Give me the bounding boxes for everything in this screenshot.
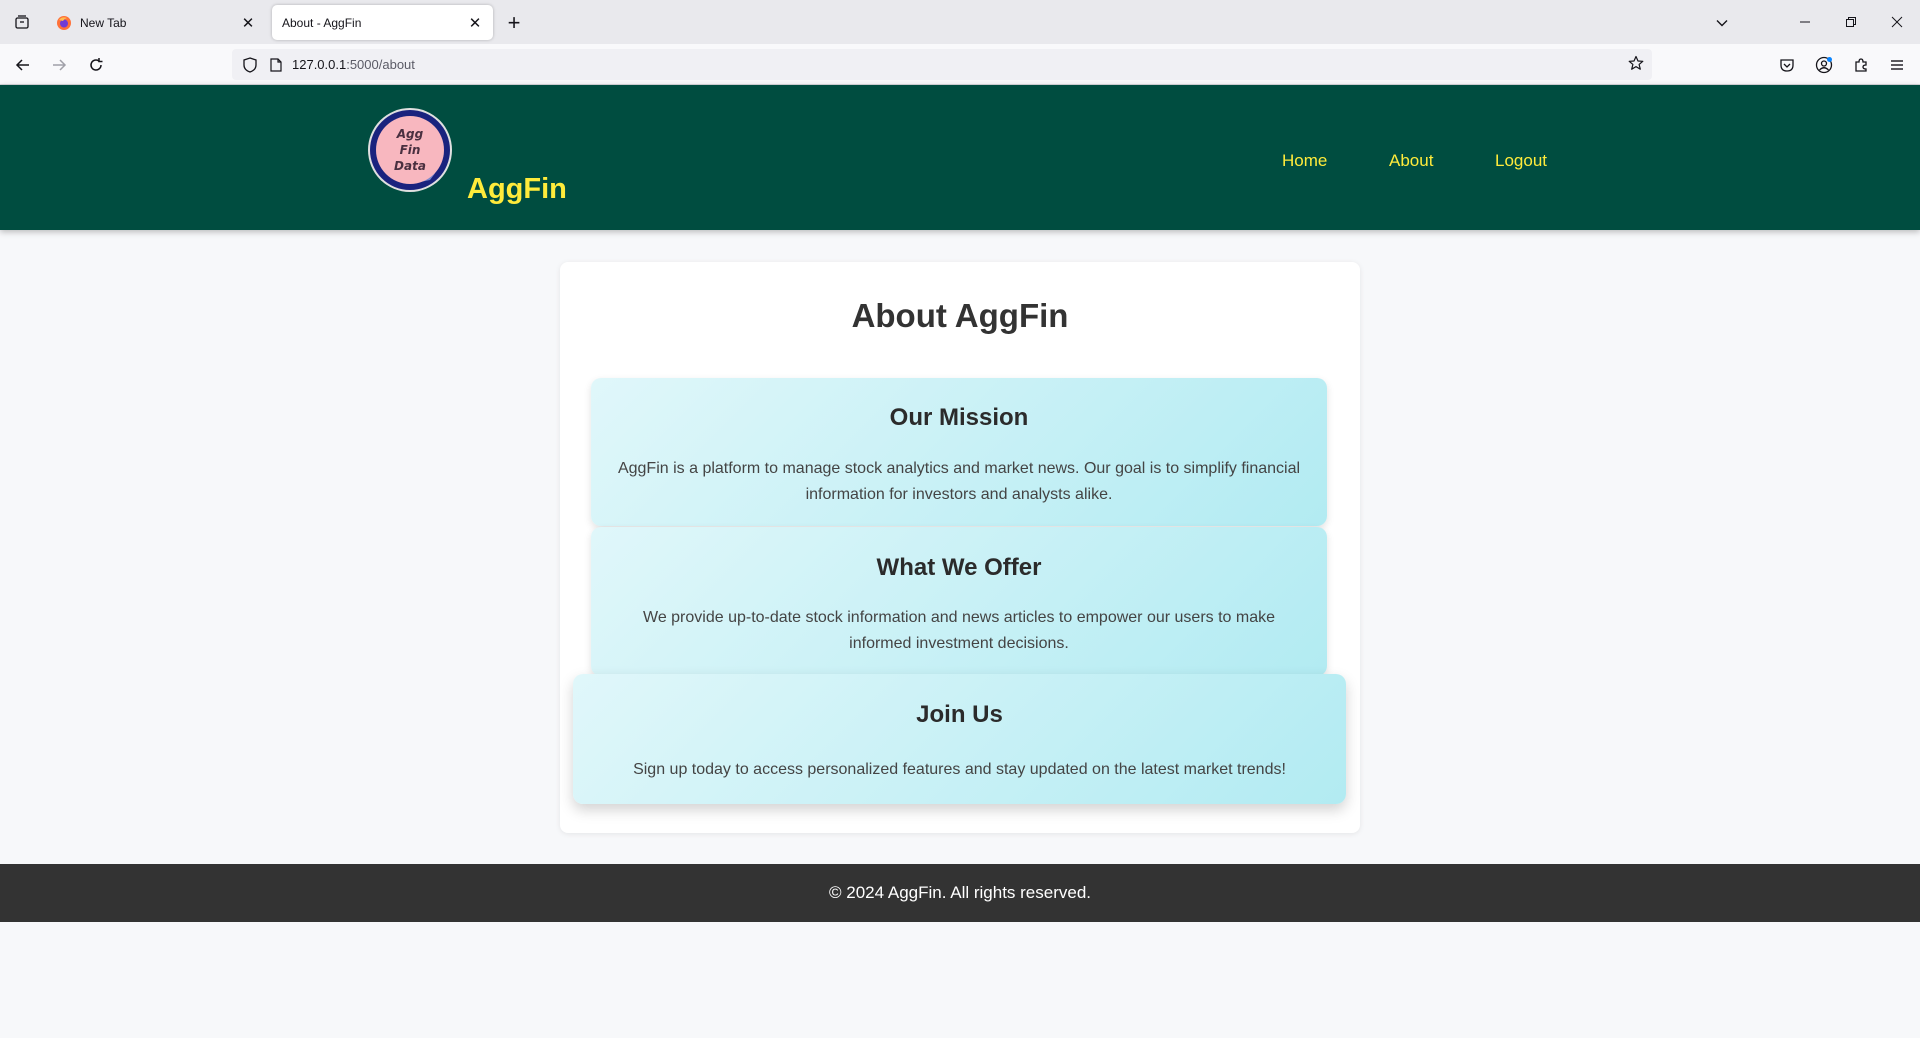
section-our-mission: Our Mission AggFin is a platform to mana…	[591, 378, 1327, 526]
logo-text-line: Agg	[396, 127, 424, 141]
url-bar[interactable]: 127.0.0.1:5000/about	[232, 49, 1652, 80]
account-icon[interactable]	[1809, 50, 1839, 80]
restore-icon[interactable]	[1828, 0, 1874, 44]
menu-icon[interactable]	[1882, 50, 1912, 80]
browser-tab-strip: New Tab ✕ About - AggFin ✕ +	[0, 0, 1920, 44]
tab-about-aggfin[interactable]: About - AggFin ✕	[272, 5, 493, 40]
section-title: What We Offer	[876, 554, 1042, 581]
nav-link-logout[interactable]: Logout	[1495, 151, 1547, 171]
nav-link-home[interactable]: Home	[1282, 151, 1327, 171]
footer-copyright: © 2024 AggFin. All rights reserved.	[829, 883, 1091, 902]
extensions-icon[interactable]	[1846, 50, 1876, 80]
nav-link-about[interactable]: About	[1389, 151, 1433, 171]
page-title: About AggFin	[851, 297, 1069, 334]
tab-list-icon[interactable]	[8, 8, 36, 36]
section-what-we-offer: What We Offer We provide up-to-date stoc…	[591, 527, 1327, 676]
firefox-icon	[56, 15, 72, 31]
section-title: Join Us	[916, 701, 1003, 728]
plus-icon[interactable]: +	[500, 9, 528, 37]
tab-title: About - AggFin	[282, 15, 362, 30]
tab-title: New Tab	[80, 15, 127, 30]
minimize-icon[interactable]	[1782, 0, 1828, 44]
page-icon[interactable]	[266, 57, 286, 72]
section-text: We provide up-to-date stock information …	[643, 609, 1275, 652]
url-text: 127.0.0.1:5000/about	[292, 57, 415, 72]
section-text: Sign up today to access personalized fea…	[633, 761, 1286, 778]
brand-name[interactable]: AggFin	[467, 173, 567, 206]
forward-icon[interactable]	[44, 50, 74, 80]
shield-icon[interactable]	[240, 56, 260, 73]
logo-text-line: Data	[394, 159, 426, 173]
reload-icon[interactable]	[81, 50, 111, 80]
about-card: About AggFin Our Mission AggFin is a pla…	[560, 262, 1360, 833]
close-icon[interactable]: ✕	[236, 11, 260, 35]
close-icon[interactable]: ✕	[463, 11, 487, 35]
site-footer: © 2024 AggFin. All rights reserved.	[0, 864, 1920, 922]
site-header: Agg Fin Data AggFin Home About Logout	[0, 85, 1920, 230]
browser-nav-bar: 127.0.0.1:5000/about	[0, 44, 1920, 85]
logo[interactable]: Agg Fin Data	[370, 110, 450, 190]
pocket-icon[interactable]	[1772, 50, 1802, 80]
section-join-us: Join Us Sign up today to access personal…	[573, 674, 1346, 804]
url-path: :5000/about	[346, 57, 415, 72]
back-icon[interactable]	[8, 50, 38, 80]
logo-badge: Agg Fin Data	[376, 116, 444, 184]
section-text: AggFin is a platform to manage stock ana…	[617, 460, 1301, 503]
star-icon[interactable]	[1628, 55, 1644, 74]
url-host: 127.0.0.1	[292, 57, 347, 72]
close-window-icon[interactable]	[1874, 0, 1920, 44]
tab-new-tab[interactable]: New Tab ✕	[44, 5, 266, 40]
chevron-down-icon[interactable]	[1708, 9, 1736, 37]
section-title: Our Mission	[889, 404, 1029, 431]
logo-text-line: Fin	[399, 143, 421, 157]
